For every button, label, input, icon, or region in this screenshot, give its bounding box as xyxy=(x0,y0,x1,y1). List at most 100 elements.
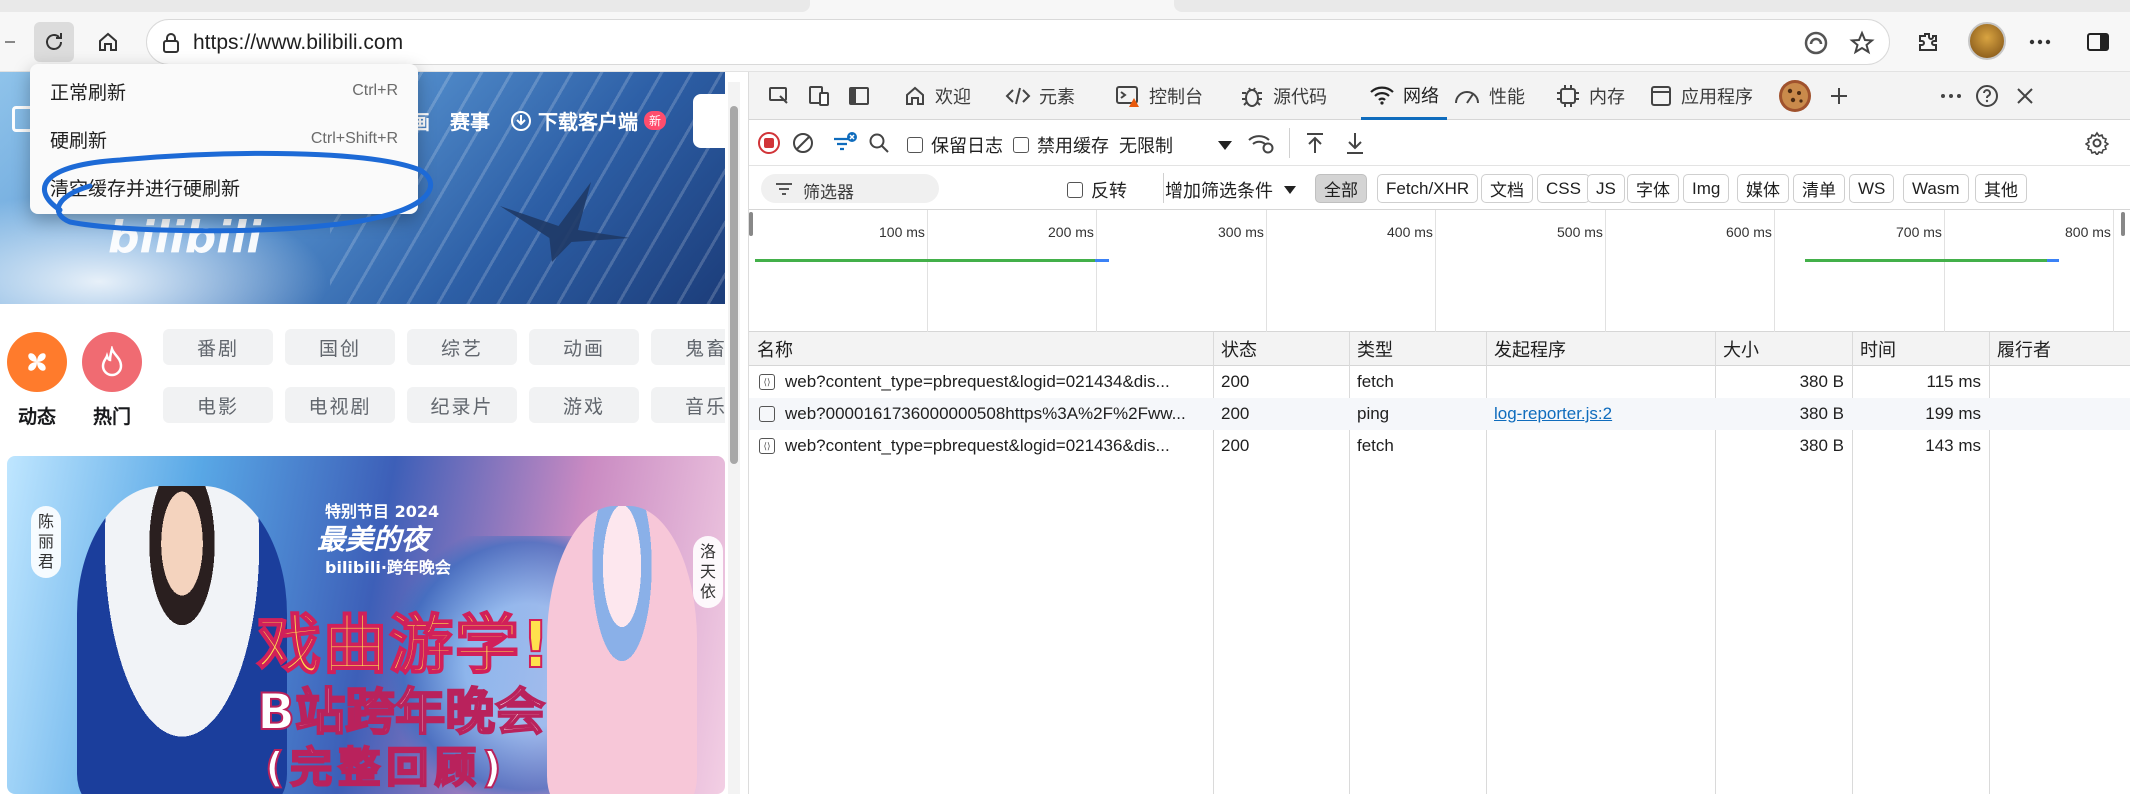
tab-label: 元素 xyxy=(1039,87,1075,108)
export-har-icon[interactable] xyxy=(1341,129,1369,157)
scrollbar-thumb[interactable] xyxy=(730,106,738,464)
tab-elements[interactable]: 元素 xyxy=(1005,72,1075,120)
lock-icon[interactable] xyxy=(161,32,181,54)
request-row[interactable]: ⟨⟩ web?content_type=pbrequest&logid=02143… xyxy=(749,430,2130,462)
filter-type-wasm[interactable]: Wasm xyxy=(1903,174,1969,203)
category-chip[interactable]: 游戏 xyxy=(529,387,639,423)
column-header-name[interactable]: 名称 xyxy=(749,332,1213,366)
import-har-icon[interactable] xyxy=(1301,129,1329,157)
column-header-size[interactable]: 大小 xyxy=(1715,332,1852,366)
category-chip[interactable]: 国创 xyxy=(285,329,395,365)
disable-cache-checkbox[interactable]: 禁用缓存 xyxy=(1013,132,1109,158)
tab-welcome[interactable]: 欢迎 xyxy=(903,72,971,120)
quick-link-dynamic[interactable]: 动态 xyxy=(2,332,72,429)
device-emulation-icon[interactable] xyxy=(805,82,833,110)
add-tab-icon[interactable] xyxy=(1825,82,1853,110)
more-filters-dropdown[interactable]: 增加筛选条件 xyxy=(1165,177,1297,203)
upload-button[interactable] xyxy=(693,94,725,148)
filter-type-doc[interactable]: 文档 xyxy=(1481,174,1533,203)
quick-link-label: 热门 xyxy=(92,406,131,428)
request-row[interactable]: ⟨⟩ web?content_type=pbrequest&logid=02143… xyxy=(749,366,2130,398)
nav-item[interactable]: 赛事 xyxy=(450,106,490,135)
tab-memory[interactable]: 内存 xyxy=(1555,72,1625,120)
overview-range-handle-left[interactable] xyxy=(749,212,753,236)
sidebar-toggle-button[interactable] xyxy=(2078,22,2118,62)
help-icon[interactable] xyxy=(1973,82,2001,110)
request-row[interactable]: web?000016173600000050​8https%3A%2F%2Fww… xyxy=(749,398,2130,430)
tab-console[interactable]: 控制台 xyxy=(1115,72,1203,120)
column-header-initiator[interactable]: 发起程序 xyxy=(1486,332,1715,366)
menu-item-normal-reload[interactable]: 正常刷新 Ctrl+R xyxy=(30,68,418,114)
screen: https://www.bilibili.com bilibili 画 赛事 下… xyxy=(0,0,2130,794)
checkbox[interactable] xyxy=(1013,137,1029,153)
filter-type-all[interactable]: 全部 xyxy=(1315,174,1367,203)
download-client-link[interactable]: 下载客户端 新 xyxy=(510,106,667,135)
home-button[interactable] xyxy=(88,22,128,62)
column-header-status[interactable]: 状态 xyxy=(1213,332,1349,366)
filter-type-media[interactable]: 媒体 xyxy=(1737,174,1789,203)
profile-avatar[interactable] xyxy=(1968,22,2006,60)
tab-network[interactable]: 网络 xyxy=(1361,72,1447,120)
category-chips: 番剧 国创 综艺 动画 鬼畜 电影 电视剧 纪录片 游戏 音乐 xyxy=(163,329,725,423)
tab-label: 网络 xyxy=(1403,85,1439,107)
tab-performance[interactable]: 性能 xyxy=(1453,72,1525,120)
browser-tab[interactable] xyxy=(1174,0,2130,12)
filter-input[interactable]: 筛选器 xyxy=(761,174,939,203)
quick-link-hot[interactable]: 热门 xyxy=(77,332,147,429)
filter-type-js[interactable]: JS xyxy=(1587,174,1625,203)
edge-icon[interactable] xyxy=(1803,30,1829,56)
filter-type-manifest[interactable]: 清单 xyxy=(1793,174,1845,203)
filter-type-other[interactable]: 其他 xyxy=(1975,174,2027,203)
category-chip[interactable]: 综艺 xyxy=(407,329,517,365)
filter-type-css[interactable]: CSS xyxy=(1537,174,1590,203)
search-icon[interactable] xyxy=(865,129,893,157)
back-button[interactable] xyxy=(0,22,20,62)
page-scrollbar[interactable] xyxy=(728,82,740,794)
refresh-button[interactable] xyxy=(34,22,74,62)
preserve-log-checkbox[interactable]: 保留日志 xyxy=(907,132,1003,158)
browser-tab[interactable] xyxy=(0,0,810,12)
filter-toggle-icon[interactable] xyxy=(831,129,859,157)
filter-type-img[interactable]: Img xyxy=(1683,174,1730,203)
column-header-fulfilled-by[interactable]: 履行者 xyxy=(1989,332,2130,366)
dock-panel-icon[interactable] xyxy=(845,82,873,110)
more-tools-icon[interactable] xyxy=(1937,82,1965,110)
initiator-link[interactable]: log-reporter.js:2 xyxy=(1494,404,1612,424)
category-chip[interactable]: 电影 xyxy=(163,387,273,423)
cookie-editor-icon[interactable] xyxy=(1779,80,1811,112)
close-devtools-icon[interactable] xyxy=(2011,82,2039,110)
invert-checkbox[interactable]: 反转 xyxy=(1067,177,1127,203)
record-stop-icon[interactable] xyxy=(755,129,783,157)
column-header-time[interactable]: 时间 xyxy=(1852,332,1989,366)
inspect-element-icon[interactable] xyxy=(765,82,793,110)
tab-sources[interactable]: 源代码 xyxy=(1239,72,1327,120)
network-overview-timeline[interactable]: 100 ms 200 ms 300 ms 400 ms 500 ms 600 m… xyxy=(749,210,2130,332)
more-button[interactable] xyxy=(2020,22,2060,62)
code-icon xyxy=(1005,87,1031,105)
category-chip[interactable]: 动画 xyxy=(529,329,639,365)
category-chip[interactable]: 番剧 xyxy=(163,329,273,365)
category-chip[interactable]: 音乐 xyxy=(651,387,725,423)
clear-icon[interactable] xyxy=(789,129,817,157)
favorite-star-icon[interactable] xyxy=(1849,30,1875,56)
category-chip[interactable]: 电视剧 xyxy=(285,387,395,423)
featured-poster[interactable]: 陈丽君 洛天依 特别节目 2024 最美的夜 bilibili·跨年晚会 戏曲游… xyxy=(7,456,725,794)
tab-application[interactable]: 应用程序 xyxy=(1649,72,1753,120)
menu-item-hard-reload[interactable]: 硬刷新 Ctrl+Shift+R xyxy=(30,116,418,162)
network-settings-gear-icon[interactable] xyxy=(2083,129,2111,157)
filter-type-ws[interactable]: WS xyxy=(1849,174,1895,203)
network-conditions-icon[interactable] xyxy=(1247,129,1275,157)
url-text[interactable]: https://www.bilibili.com xyxy=(193,31,403,55)
throttling-select[interactable]: 无限制 xyxy=(1119,132,1233,158)
address-bar[interactable]: https://www.bilibili.com xyxy=(146,19,1890,65)
column-header-type[interactable]: 类型 xyxy=(1349,332,1486,366)
checkbox[interactable] xyxy=(907,137,923,153)
menu-item-empty-cache-hard-reload[interactable]: 清空缓存并进行硬刷新 xyxy=(30,164,418,210)
extensions-button[interactable] xyxy=(1908,22,1948,62)
category-chip[interactable]: 纪录片 xyxy=(407,387,517,423)
overview-range-handle-right[interactable] xyxy=(2121,212,2125,236)
checkbox[interactable] xyxy=(1067,182,1083,198)
filter-type-font[interactable]: 字体 xyxy=(1627,174,1679,203)
category-chip[interactable]: 鬼畜 xyxy=(651,329,725,365)
filter-type-fetch-xhr[interactable]: Fetch/XHR xyxy=(1377,174,1479,203)
